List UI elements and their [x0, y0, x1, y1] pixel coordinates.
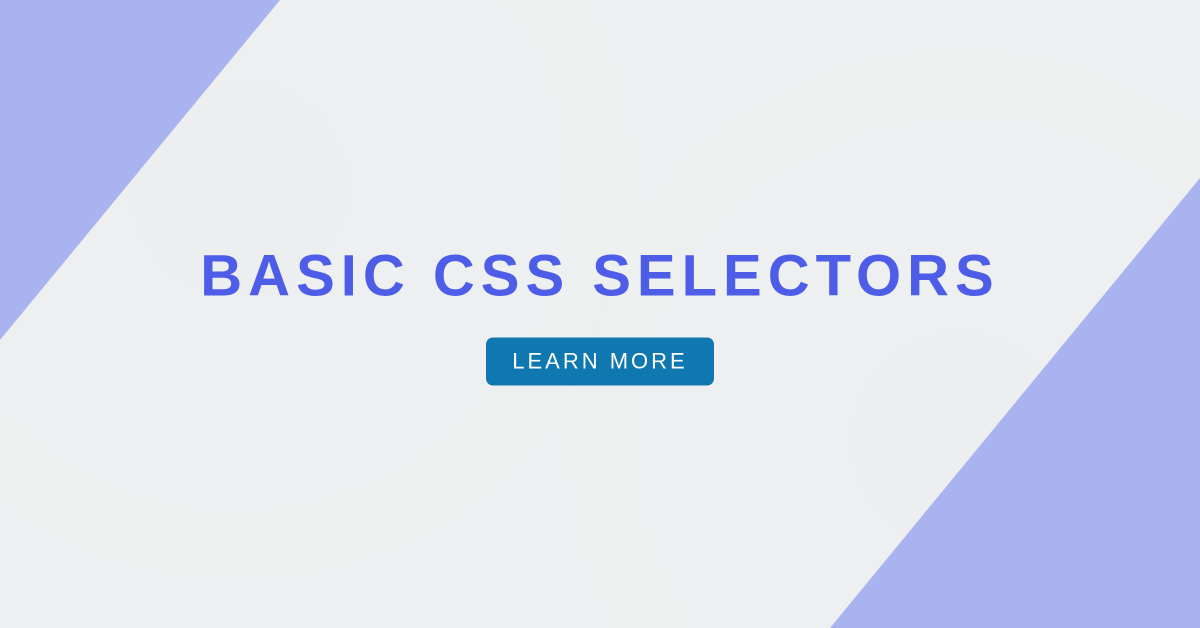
learn-more-button[interactable]: LEARN MORE: [486, 338, 713, 386]
hero-content: BASIC CSS SELECTORS LEARN MORE: [0, 243, 1200, 386]
page-title: BASIC CSS SELECTORS: [0, 243, 1200, 310]
